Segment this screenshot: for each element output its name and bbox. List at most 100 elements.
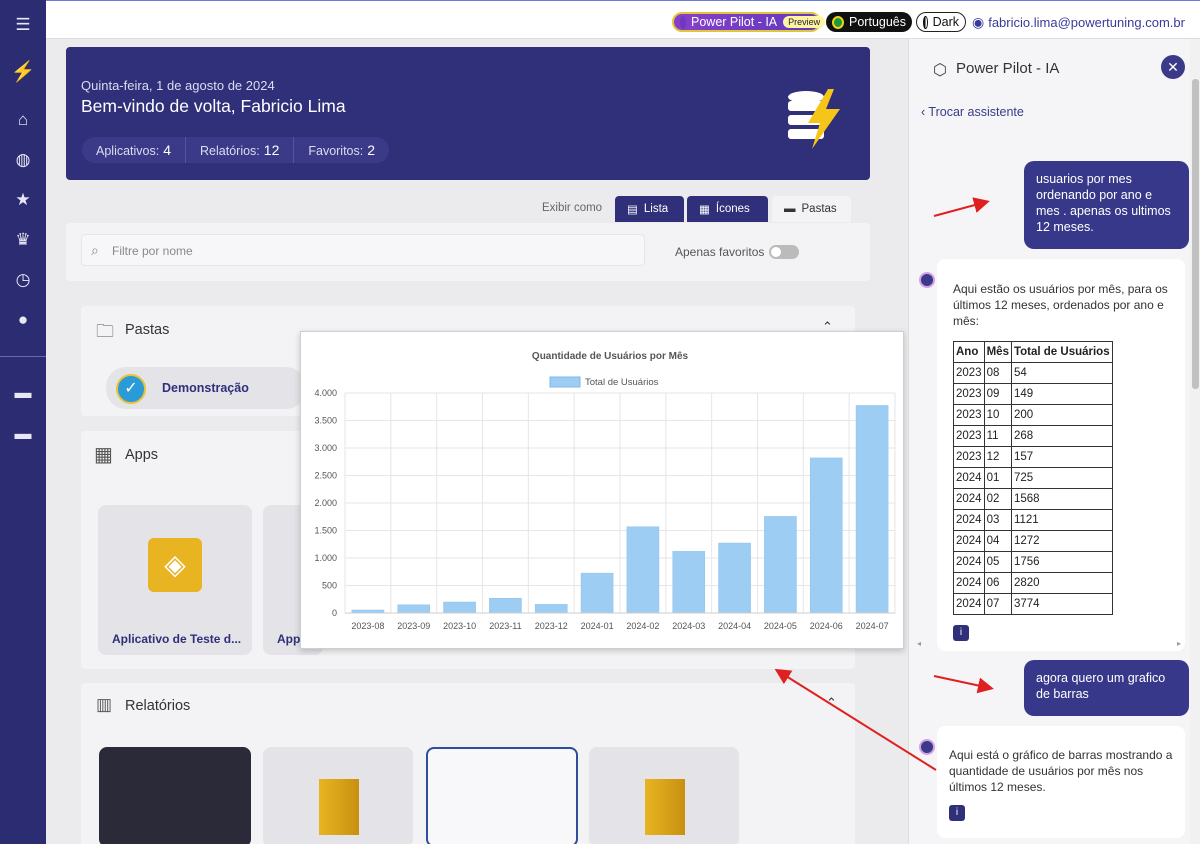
- info-button[interactable]: i: [953, 623, 1169, 641]
- welcome-text: Bem-vindo de volta, Fabricio Lima: [81, 96, 346, 116]
- stats-bar: Aplicativos: 4 Relatórios: 12 Favoritos: 2: [82, 137, 390, 163]
- assistant-avatar: [919, 272, 935, 288]
- table-cell: 2024: [953, 572, 985, 594]
- users-table: Ano Mês Total de Usuários 2023 08 54 2023 09 14…: [953, 341, 1113, 615]
- folder-icon[interactable]: ▬: [0, 421, 46, 447]
- assistant-message: Aqui estão os usuários por mês, para os …: [937, 259, 1185, 651]
- scrollbar[interactable]: [1190, 39, 1200, 844]
- bar-chart-icon: ▥: [96, 695, 113, 714]
- close-button[interactable]: ✕: [1161, 55, 1185, 79]
- menu-icon[interactable]: ☰: [0, 12, 46, 38]
- user-menu[interactable]: ◉ fabricio.lima@powertuning.com.br: [972, 12, 1185, 32]
- legend-label: Total de Usuários: [585, 377, 659, 388]
- table-cell: 54: [1010, 362, 1113, 384]
- report-card[interactable]: [426, 747, 578, 844]
- table-cell: 200: [1010, 404, 1113, 426]
- info-button[interactable]: i: [949, 803, 1173, 821]
- table-cell: 1568: [1010, 488, 1113, 510]
- app-card-title: Aplicativo de Teste d...: [112, 632, 242, 646]
- x-tick-label: 2024-07: [856, 621, 889, 631]
- top-bar: Power Pilot - IA Preview Português Dark …: [46, 0, 1200, 39]
- language-selector[interactable]: Português: [826, 12, 912, 32]
- x-tick-label: 2023-09: [397, 621, 430, 631]
- table-cell: 11: [983, 425, 1012, 447]
- folder-icon[interactable]: ▬: [0, 380, 46, 406]
- table-cell: 157: [1010, 446, 1113, 468]
- app-logo-icon[interactable]: ⚡: [0, 58, 46, 84]
- chevron-up-icon[interactable]: ⌃: [826, 695, 837, 711]
- search-placeholder: Filtre por nome: [112, 244, 193, 258]
- table-cell: 3774: [1010, 593, 1113, 615]
- theme-label: Dark: [932, 15, 959, 29]
- stat-apps: Aplicativos: 4: [82, 137, 187, 163]
- alert-icon[interactable]: ●: [0, 307, 46, 333]
- nav-divider: [0, 356, 46, 357]
- table-row: 2023 10 200: [953, 404, 1113, 426]
- table-cell: 2024: [953, 593, 985, 615]
- theme-toggle[interactable]: Dark: [916, 12, 966, 32]
- table-cell: 2023: [953, 383, 985, 405]
- trophy-icon[interactable]: ♛: [0, 227, 46, 253]
- table-cell: 10: [983, 404, 1012, 426]
- clock-icon[interactable]: ◷: [0, 267, 46, 293]
- database-icon[interactable]: ◍: [0, 147, 46, 173]
- reports-title: Relatórios: [125, 698, 191, 714]
- hexagon-icon: ⬡: [933, 62, 947, 79]
- table-cell: 01: [983, 467, 1012, 489]
- x-tick-label: 2024-04: [718, 621, 751, 631]
- star-icon[interactable]: ★: [0, 187, 46, 213]
- view-folders-button[interactable]: ▬ Pastas: [772, 196, 851, 222]
- folder-item-label: Demonstração: [162, 381, 249, 395]
- scroll-left-icon[interactable]: ◂: [917, 639, 921, 648]
- table-row: 2024 07 3774: [953, 593, 1113, 615]
- switch-assistant-link[interactable]: ‹ Trocar assistente: [921, 105, 1024, 119]
- favorites-only-label: Apenas favoritos: [675, 245, 765, 259]
- view-icons-button[interactable]: ▦ Ícones: [687, 196, 768, 222]
- scroll-right-icon[interactable]: ▸: [1177, 639, 1181, 648]
- checkmark-icon: ✓: [116, 374, 146, 404]
- view-label: Exibir como: [542, 202, 603, 214]
- chart-bar: [626, 526, 660, 614]
- view-list-button[interactable]: ▤ Lista: [615, 196, 684, 222]
- bar-chart: Quantidade de Usuários por Mês Total de U…: [314, 351, 896, 631]
- table-cell: 05: [983, 551, 1012, 573]
- table-cell: 2023: [953, 425, 985, 447]
- left-nav: ☰ ⚡ ⌂ ◍ ★ ♛ ◷ ● ▬ ▬: [0, 0, 46, 844]
- preview-badge: Preview: [783, 16, 826, 28]
- table-row: 2024 03 1121: [953, 509, 1113, 531]
- chart-bar: [718, 542, 751, 614]
- user-icon: ◉: [972, 13, 985, 30]
- favorites-toggle[interactable]: [769, 245, 799, 259]
- stat-reports: Relatórios: 12: [186, 137, 295, 163]
- chart-bar: [397, 604, 431, 614]
- y-tick-label: 2.000: [314, 498, 337, 508]
- table-row: 2023 08 54: [953, 362, 1113, 384]
- report-card[interactable]: [99, 747, 251, 844]
- chart-bar: [443, 601, 476, 614]
- table-cell: 04: [983, 530, 1012, 552]
- search-input[interactable]: ⌕ Filtre por nome: [81, 234, 645, 266]
- table-cell: 2024: [953, 551, 985, 573]
- current-date: Quinta-feira, 1 de agosto de 2024: [81, 78, 275, 93]
- powerbi-icon: [645, 779, 685, 835]
- x-tick-label: 2023-11: [489, 621, 521, 631]
- search-icon: ⌕: [91, 242, 99, 258]
- table-cell: 03: [983, 509, 1012, 531]
- table-header: Total de Usuários: [1010, 341, 1113, 363]
- assistant-message: Aqui está o gráfico de barras mostrando …: [937, 726, 1185, 838]
- table-row: 2024 04 1272: [953, 530, 1113, 552]
- chart-bar: [855, 405, 889, 614]
- apps-title: Apps: [125, 447, 159, 463]
- theme-icon: [923, 15, 928, 29]
- table-cell: 2820: [1010, 572, 1113, 594]
- info-icon: i: [953, 625, 969, 641]
- user-email: fabricio.lima@powertuning.com.br: [988, 14, 1185, 30]
- table-cell: 2023: [953, 404, 985, 426]
- x-tick-label: 2024-05: [764, 621, 797, 631]
- table-cell: 149: [1010, 383, 1113, 405]
- table-cell: 1121: [1010, 509, 1113, 531]
- power-pilot-button[interactable]: Power Pilot - IA Preview: [672, 12, 826, 32]
- x-tick-label: 2023-08: [351, 621, 384, 631]
- x-tick-label: 2023-12: [535, 621, 568, 631]
- home-icon[interactable]: ⌂: [0, 107, 46, 133]
